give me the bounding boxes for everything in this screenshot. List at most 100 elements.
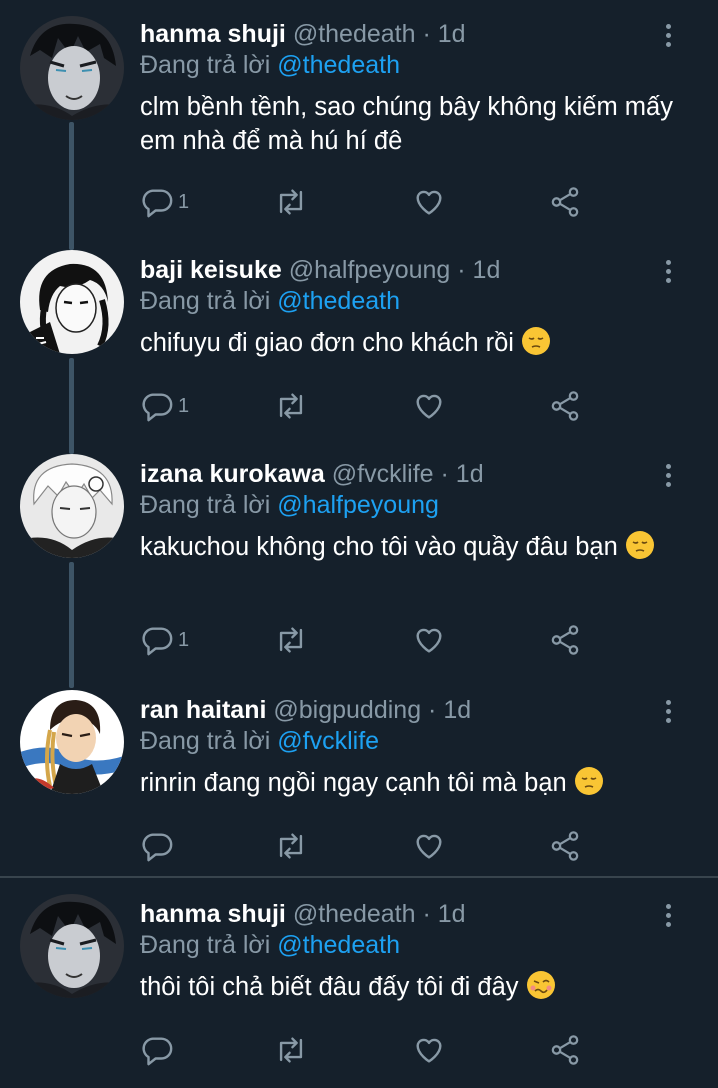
display-name[interactable]: hanma shuji [140,20,286,48]
username[interactable]: @thedeath [293,900,416,928]
avatar[interactable] [20,250,124,354]
replying-to-handle[interactable]: @thedeath [277,287,400,315]
replying-to-handle[interactable]: @thedeath [277,931,400,959]
more-icon[interactable] [662,904,674,932]
timestamp[interactable]: 1d [473,256,501,284]
tweet-actions: 1 [140,620,600,660]
reply-count: 1 [178,394,190,417]
username[interactable]: @bigpudding [273,696,421,724]
display-name[interactable]: hanma shuji [140,900,286,928]
woozy-face-icon [526,971,555,999]
tweet-text-content: clm bềnh tềnh, sao chúng bây không kiếm … [140,93,673,155]
share-icon [551,187,579,217]
reply-icon [142,1037,173,1066]
pensive-face-icon [522,327,551,355]
ran-avatar-image [20,690,124,794]
display-name[interactable]: izana kurokawa [140,460,325,488]
share-button[interactable] [548,826,582,866]
replying-to-handle[interactable]: @fvcklife [277,727,379,755]
like-button[interactable] [412,182,446,222]
separator-dot: · [457,256,466,284]
like-button[interactable] [412,826,446,866]
tweet-text-content: thôi tôi chả biết đâu đấy tôi đi đây [140,973,519,1001]
reply-button[interactable]: 1 [140,620,189,660]
timestamp[interactable]: 1d [456,460,484,488]
separator-dot: · [422,900,431,928]
share-button[interactable] [548,1030,582,1070]
replying-to: Đang trả lời @thedeath [140,928,400,962]
retweet-button[interactable] [274,826,308,866]
replying-to: Đang trả lời @thedeath [140,284,400,318]
like-icon [416,394,442,419]
tweet-text: kakuchou không cho tôi vào quầy đâu bạn [140,530,680,564]
more-icon[interactable] [662,260,674,288]
username[interactable]: @thedeath [293,20,416,48]
retweet-button[interactable] [274,386,308,426]
share-icon [551,1035,579,1065]
retweet-icon [279,189,303,215]
timestamp[interactable]: 1d [443,696,471,724]
tweet-actions: 1 [140,182,600,222]
display-name[interactable]: ran haitani [140,696,266,724]
like-icon [416,628,442,653]
more-icon[interactable] [662,24,674,52]
like-icon [416,1038,442,1063]
share-icon [551,831,579,861]
replying-to-handle[interactable]: @thedeath [277,51,400,79]
more-icon[interactable] [662,464,674,492]
tweet-text: chifuyu đi giao đơn cho khách rồi [140,326,680,360]
avatar[interactable] [20,454,124,558]
avatar[interactable] [20,894,124,998]
tweet-text: clm bềnh tềnh, sao chúng bây không kiếm … [140,90,680,158]
tweet-text-content: rinrin đang ngồi ngay cạnh tôi mà bạn [140,769,567,797]
replying-to-label: Đang trả lời [140,727,271,755]
username[interactable]: @fvcklife [332,460,434,488]
reply-icon [142,833,173,862]
share-button[interactable] [548,386,582,426]
replying-to-handle[interactable]: @halfpeyoung [277,491,439,519]
replying-to-label: Đang trả lời [140,931,271,959]
replying-to: Đang trả lời @halfpeyoung [140,488,439,522]
like-button[interactable] [412,1030,446,1070]
more-icon[interactable] [662,700,674,728]
avatar[interactable] [20,16,124,120]
reply-button[interactable]: 1 [140,386,189,426]
tweet-text: rinrin đang ngồi ngay cạnh tôi mà bạn [140,766,680,800]
replying-to-label: Đang trả lời [140,51,271,79]
share-button[interactable] [548,620,582,660]
like-button[interactable] [412,620,446,660]
retweet-icon [279,393,303,419]
timestamp[interactable]: 1d [438,20,466,48]
timestamp[interactable]: 1d [438,900,466,928]
retweet-button[interactable] [274,620,308,660]
like-icon [416,190,442,215]
display-name[interactable]: baji keisuke [140,256,282,284]
replying-to: Đang trả lời @thedeath [140,48,400,82]
separator-dot: · [428,696,437,724]
tweet-text-content: kakuchou không cho tôi vào quầy đâu bạn [140,533,618,561]
reply-button[interactable] [140,826,178,866]
pensive-face-icon [625,531,654,559]
reply-button[interactable]: 1 [140,182,189,222]
reply-count: 1 [178,628,190,651]
reply-icon [142,189,173,218]
like-button[interactable] [412,386,446,426]
retweet-button[interactable] [274,1030,308,1070]
like-icon [416,834,442,859]
retweet-icon [279,627,303,653]
separator-dot: · [440,460,449,488]
avatar[interactable] [20,690,124,794]
pensive-face-icon [574,767,603,795]
reply-icon [142,627,173,656]
replying-to: Đang trả lời @fvcklife [140,724,379,758]
baji-avatar-image [20,250,124,354]
hanma-avatar-image [20,16,124,120]
retweet-icon [279,833,303,859]
hanma-avatar-image [20,894,124,998]
username[interactable]: @halfpeyoung [289,256,451,284]
retweet-button[interactable] [274,182,308,222]
retweet-icon [279,1037,303,1063]
share-button[interactable] [548,182,582,222]
reply-button[interactable] [140,1030,178,1070]
replying-to-label: Đang trả lời [140,287,271,315]
